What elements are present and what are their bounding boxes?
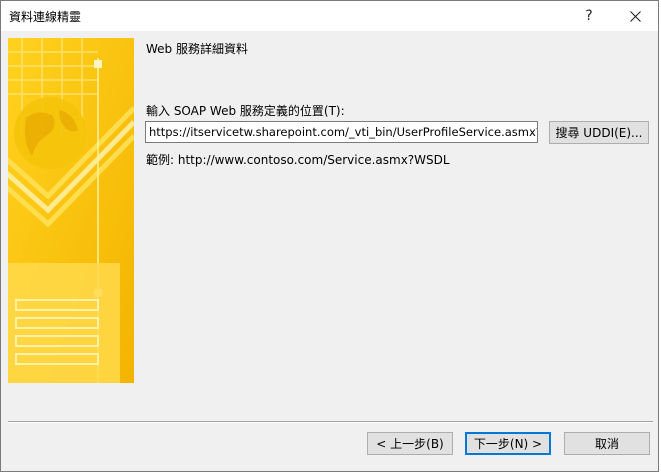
- url-prompt-label: 輸入 SOAP Web 服務定義的位置(T):: [146, 104, 345, 118]
- next-button[interactable]: 下一步(N) >: [465, 432, 551, 455]
- help-button[interactable]: ?: [566, 1, 612, 31]
- close-icon: [629, 10, 641, 22]
- back-button[interactable]: < 上一步(B): [367, 432, 453, 455]
- example-text: 範例: http://www.contoso.com/Service.asmx?…: [146, 153, 450, 167]
- cancel-button[interactable]: 取消: [564, 432, 650, 455]
- help-icon: ?: [585, 8, 593, 24]
- wizard-banner-image: [8, 38, 134, 383]
- footer-separator: [8, 421, 653, 423]
- window-title: 資料連線精靈: [9, 10, 82, 24]
- page-heading: Web 服務詳細資料: [146, 42, 248, 56]
- search-uddi-button[interactable]: 搜尋 UDDI(E)...: [549, 121, 649, 144]
- dialog-window: 資料連線精靈 ? Web 服務詳細資料 輸入 SOAP Web 服務定義的位置(…: [0, 0, 659, 472]
- title-bar[interactable]: 資料連線精靈 ?: [1, 1, 658, 31]
- close-button[interactable]: [612, 1, 658, 31]
- wsdl-url-input[interactable]: https://itservicetw.sharepoint.com/_vti_…: [145, 121, 538, 143]
